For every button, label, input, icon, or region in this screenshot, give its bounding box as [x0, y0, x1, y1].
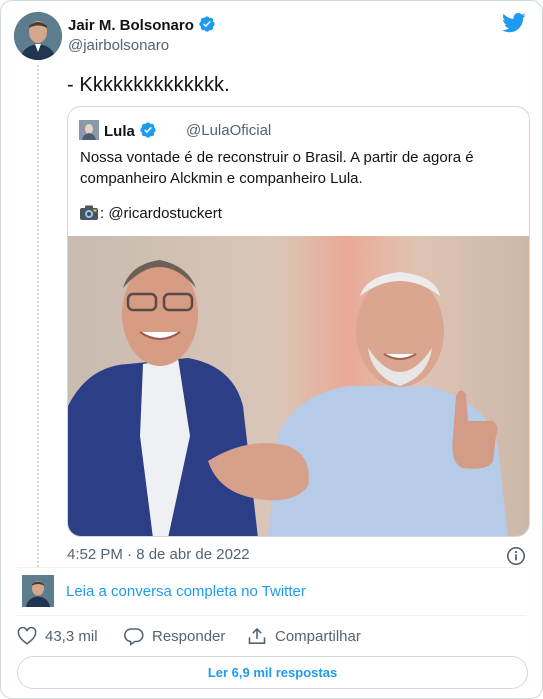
reader-avatar [22, 575, 54, 607]
thread-connector-line [37, 65, 39, 567]
author-avatar[interactable] [14, 12, 62, 60]
read-replies-button[interactable]: Ler 6,9 mil respostas [17, 656, 528, 689]
quoted-author-avatar [79, 120, 99, 140]
twitter-bird-icon[interactable] [502, 13, 526, 38]
reply-label: Responder [152, 628, 226, 645]
reply-icon [124, 627, 144, 646]
read-conversation-link[interactable]: Leia a conversa completa no Twitter [66, 583, 306, 600]
quoted-author-handle: @LulaOficial [186, 122, 272, 139]
author-name[interactable]: Jair M. Bolsonaro [68, 15, 216, 37]
tweet-embed-card: Jair M. Bolsonaro @jairbolsonaro - Kkkkk… [0, 0, 543, 699]
reply-action[interactable]: Responder [124, 627, 225, 646]
camera-icon [80, 205, 98, 224]
author-handle[interactable]: @jairbolsonaro [68, 37, 169, 54]
quoted-tweet-text: Nossa vontade é de reconstruir o Brasil.… [80, 149, 474, 187]
verified-badge-icon [139, 121, 157, 143]
quoted-tweet-photo[interactable] [68, 236, 529, 536]
quoted-author-name-text: Lula [104, 123, 135, 140]
share-action[interactable]: Compartilhar [247, 627, 361, 646]
divider [17, 567, 526, 568]
like-action[interactable]: 43,3 mil [17, 627, 98, 645]
photo-credit: : @ricardostuckert [80, 205, 222, 224]
verified-badge-icon [198, 15, 216, 37]
author-name-text: Jair M. Bolsonaro [68, 17, 194, 34]
read-replies-label: Ler 6,9 mil respostas [207, 665, 338, 680]
like-count: 43,3 mil [45, 627, 98, 645]
photo-credit-text: : @ricardostuckert [100, 205, 222, 222]
share-label: Compartilhar [275, 628, 361, 645]
divider [17, 615, 526, 616]
heart-icon [17, 627, 37, 645]
tweet-text: - Kkkkkkkkkkkkkk. [67, 74, 230, 96]
quoted-author-name: Lula [104, 121, 157, 143]
quoted-tweet[interactable]: Lula @LulaOficial Nossa vontade é de rec… [67, 106, 530, 537]
tweet-timestamp[interactable]: 4:52 PM · 8 de abr de 2022 [67, 546, 250, 563]
share-icon [247, 627, 267, 646]
